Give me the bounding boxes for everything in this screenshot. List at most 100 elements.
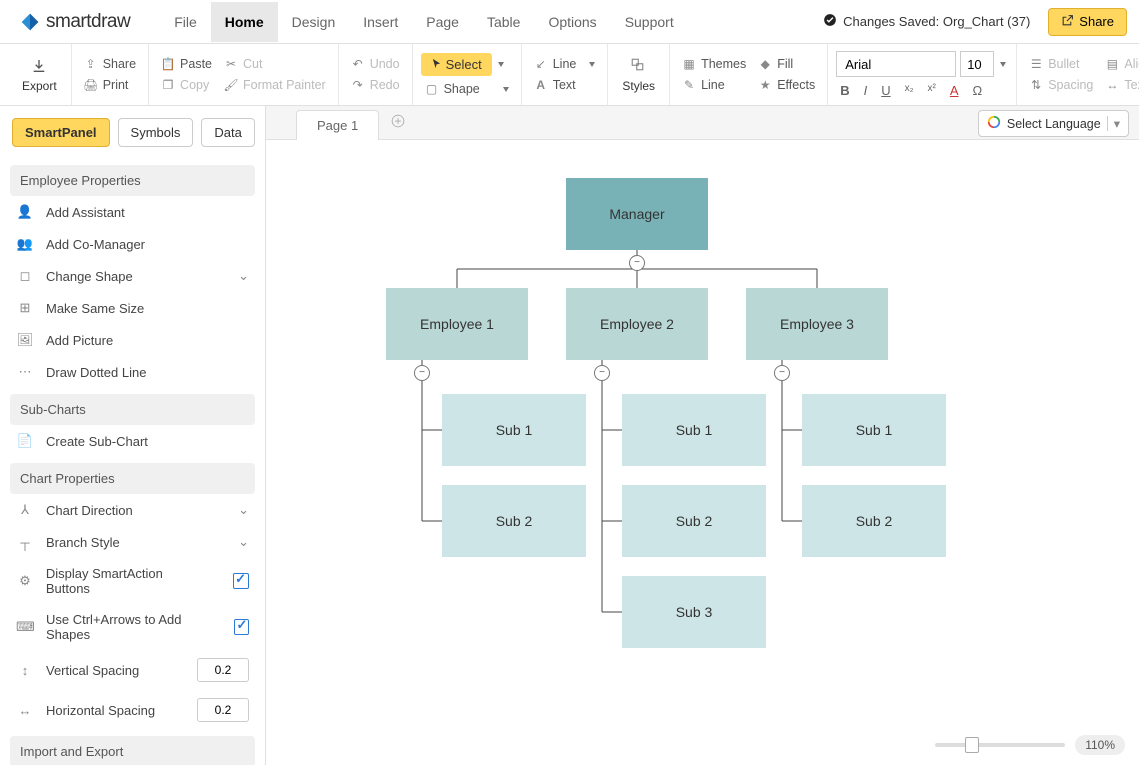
zoom-label[interactable]: 110% xyxy=(1075,735,1125,755)
select-language-button[interactable]: Select Language ▾ xyxy=(978,110,1129,137)
org-node-sub[interactable]: Sub 1 xyxy=(802,394,946,466)
bullet-button[interactable]: ☰Bullet xyxy=(1025,55,1097,73)
line-icon: ↙ xyxy=(534,57,548,71)
text-direction-button[interactable]: ↔Text Direction xyxy=(1101,76,1139,94)
menu-tab-page[interactable]: Page xyxy=(412,2,473,42)
panel-tab-smartpanel[interactable]: SmartPanel xyxy=(12,118,110,147)
horizontal-spacing-input[interactable] xyxy=(197,698,249,722)
print-button[interactable]: 🖨Print xyxy=(80,76,140,94)
collapse-button[interactable]: − xyxy=(629,255,645,271)
org-node-sub[interactable]: Sub 1 xyxy=(622,394,766,466)
fill-button[interactable]: ◆Fill xyxy=(754,55,819,73)
star-icon: ★ xyxy=(758,78,772,92)
menu-tab-support[interactable]: Support xyxy=(611,2,688,42)
org-node-sub[interactable]: Sub 2 xyxy=(802,485,946,557)
use-ctrl-arrows-toggle[interactable]: ⌨Use Ctrl+Arrows to Add Shapes xyxy=(10,604,255,650)
page-tab-1[interactable]: Page 1 xyxy=(296,110,379,140)
select-dropdown[interactable] xyxy=(496,51,506,77)
text-icon: A xyxy=(534,78,548,92)
checkbox-checked-icon[interactable] xyxy=(234,619,249,635)
org-node-sub[interactable]: Sub 3 xyxy=(622,576,766,648)
zoom-thumb[interactable] xyxy=(965,737,979,753)
styles-button[interactable]: Styles xyxy=(616,52,661,97)
save-status-text: Changes Saved: Org_Chart (37) xyxy=(843,14,1030,29)
change-shape-button[interactable]: ◻Change Shape⌄ xyxy=(10,260,255,292)
menu-tab-options[interactable]: Options xyxy=(534,2,610,42)
person-icon: 👤 xyxy=(16,204,34,220)
themes-button[interactable]: ▦Themes xyxy=(678,55,750,73)
section-import-export: Import and Export xyxy=(10,736,255,765)
org-node-sub[interactable]: Sub 2 xyxy=(442,485,586,557)
checkbox-checked-icon[interactable] xyxy=(233,573,249,589)
org-node-sub[interactable]: Sub 2 xyxy=(622,485,766,557)
section-chart-properties: Chart Properties xyxy=(10,463,255,494)
share-icon xyxy=(1061,14,1074,30)
download-icon xyxy=(29,56,49,76)
chart-canvas[interactable]: Manager − Employee 1 Employee 2 Employee… xyxy=(266,140,1139,765)
panel-tab-symbols[interactable]: Symbols xyxy=(118,118,194,147)
add-assistant-button[interactable]: 👤Add Assistant xyxy=(10,196,255,228)
org-node-sub[interactable]: Sub 1 xyxy=(442,394,586,466)
spacing-button[interactable]: ⇅Spacing xyxy=(1025,76,1097,94)
menu-tab-table[interactable]: Table xyxy=(473,2,534,42)
resize-icon: ⊞ xyxy=(16,300,34,316)
menu-tab-home[interactable]: Home xyxy=(211,2,278,42)
display-smartaction-toggle[interactable]: ⚙Display SmartAction Buttons xyxy=(10,558,255,604)
paste-icon: 📋 xyxy=(161,57,175,71)
chevron-down-icon: ⌄ xyxy=(238,268,249,284)
symbol-button[interactable]: Ω xyxy=(973,83,983,98)
org-node-employee-2[interactable]: Employee 2 xyxy=(566,288,708,360)
zoom-slider[interactable] xyxy=(935,743,1065,747)
org-node-manager[interactable]: Manager xyxy=(566,178,708,250)
create-sub-chart-button[interactable]: 📄Create Sub-Chart xyxy=(10,425,255,457)
redo-button[interactable]: ↷Redo xyxy=(347,76,404,94)
select-button[interactable]: Select xyxy=(421,53,492,76)
underline-button[interactable]: U xyxy=(881,83,890,98)
font-size-input[interactable] xyxy=(960,51,994,77)
branch-style-button[interactable]: ┬Branch Style⌄ xyxy=(10,526,255,558)
draw-dotted-line-button[interactable]: ⋯Draw Dotted Line xyxy=(10,356,255,388)
italic-button[interactable]: I xyxy=(864,83,868,98)
effects-button[interactable]: ★Effects xyxy=(754,76,819,94)
paste-button[interactable]: 📋Paste xyxy=(157,55,216,73)
line-button[interactable]: ↙Line xyxy=(530,55,600,73)
format-painter-button[interactable]: 🖌Format Painter xyxy=(220,76,330,94)
collapse-button[interactable]: − xyxy=(774,365,790,381)
undo-button[interactable]: ↶Undo xyxy=(347,55,404,73)
share-button[interactable]: Share xyxy=(1048,8,1127,36)
menu-tabs: File Home Design Insert Page Table Optio… xyxy=(160,2,688,42)
menu-tab-insert[interactable]: Insert xyxy=(349,2,412,42)
tree-icon: ⅄ xyxy=(16,502,34,518)
font-size-dropdown[interactable] xyxy=(998,51,1008,77)
menu-tab-file[interactable]: File xyxy=(160,2,211,42)
bullet-icon: ☰ xyxy=(1029,57,1043,71)
vertical-spacing-input[interactable] xyxy=(197,658,249,682)
font-color-button[interactable]: A xyxy=(950,83,959,98)
align-button[interactable]: ▤Align xyxy=(1101,55,1139,73)
add-co-manager-button[interactable]: 👥Add Co-Manager xyxy=(10,228,255,260)
make-same-size-button[interactable]: ⊞Make Same Size xyxy=(10,292,255,324)
line-style-button[interactable]: ✎Line xyxy=(678,76,750,94)
collapse-button[interactable]: − xyxy=(594,365,610,381)
bold-button[interactable]: B xyxy=(840,83,849,98)
subscript-button[interactable]: x₂ xyxy=(905,83,914,98)
copy-button[interactable]: ❐Copy xyxy=(157,76,216,94)
save-status: Changes Saved: Org_Chart (37) xyxy=(823,13,1030,30)
text-button[interactable]: AText xyxy=(530,76,600,94)
logo-text: smartdraw xyxy=(46,11,130,33)
add-picture-button[interactable]: 🖼Add Picture xyxy=(10,324,255,356)
org-node-employee-3[interactable]: Employee 3 xyxy=(746,288,888,360)
superscript-button[interactable]: x² xyxy=(928,83,936,98)
chart-direction-button[interactable]: ⅄Chart Direction⌄ xyxy=(10,494,255,526)
export-button[interactable]: Export xyxy=(16,52,63,97)
panel-tab-data[interactable]: Data xyxy=(201,118,254,147)
shape-button[interactable]: ▢Shape xyxy=(421,80,513,98)
cut-button[interactable]: ✂Cut xyxy=(220,55,330,73)
share-button-ribbon[interactable]: ⇪Share xyxy=(80,55,140,73)
menu-tab-design[interactable]: Design xyxy=(278,2,350,42)
font-family-input[interactable] xyxy=(836,51,956,77)
org-node-employee-1[interactable]: Employee 1 xyxy=(386,288,528,360)
logo[interactable]: smartdraw xyxy=(20,11,130,33)
add-page-button[interactable] xyxy=(391,114,405,131)
collapse-button[interactable]: − xyxy=(414,365,430,381)
